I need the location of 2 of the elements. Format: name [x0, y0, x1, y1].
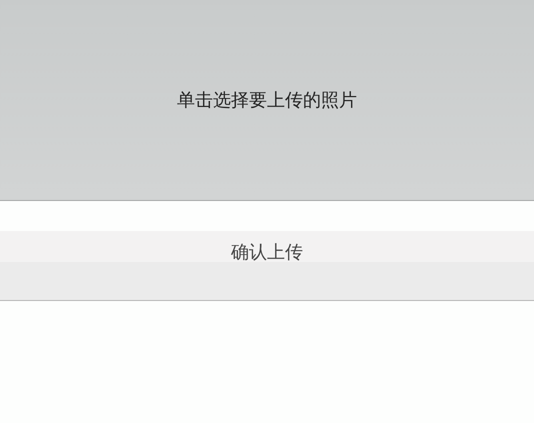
confirm-upload-button[interactable]: 确认上传 [0, 231, 534, 301]
photo-picker[interactable]: 单击选择要上传的照片 [0, 0, 534, 201]
